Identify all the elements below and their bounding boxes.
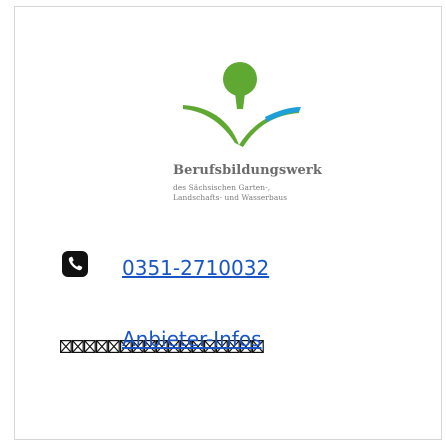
logo-mark-icon — [183, 62, 301, 147]
logo-subtitle-line1: des Sächsischen Garten-, — [173, 183, 271, 192]
phone-number-link[interactable]: 0351-2710032 — [122, 256, 269, 280]
provider-info-row: Anbieter-Infos — [60, 327, 280, 358]
logo-title: Berufsbildungswerk — [173, 163, 322, 178]
provider-card: Berufsbildungswerk des Sächsischen Garte… — [14, 6, 442, 440]
provider-info-link[interactable]: Anbieter-Infos — [122, 327, 262, 351]
phone-icon — [62, 251, 88, 277]
provider-logo: Berufsbildungswerk des Sächsischen Garte… — [173, 59, 322, 219]
logo-subtitle-line2: Landschafts- und Wasserbaus — [173, 193, 288, 202]
